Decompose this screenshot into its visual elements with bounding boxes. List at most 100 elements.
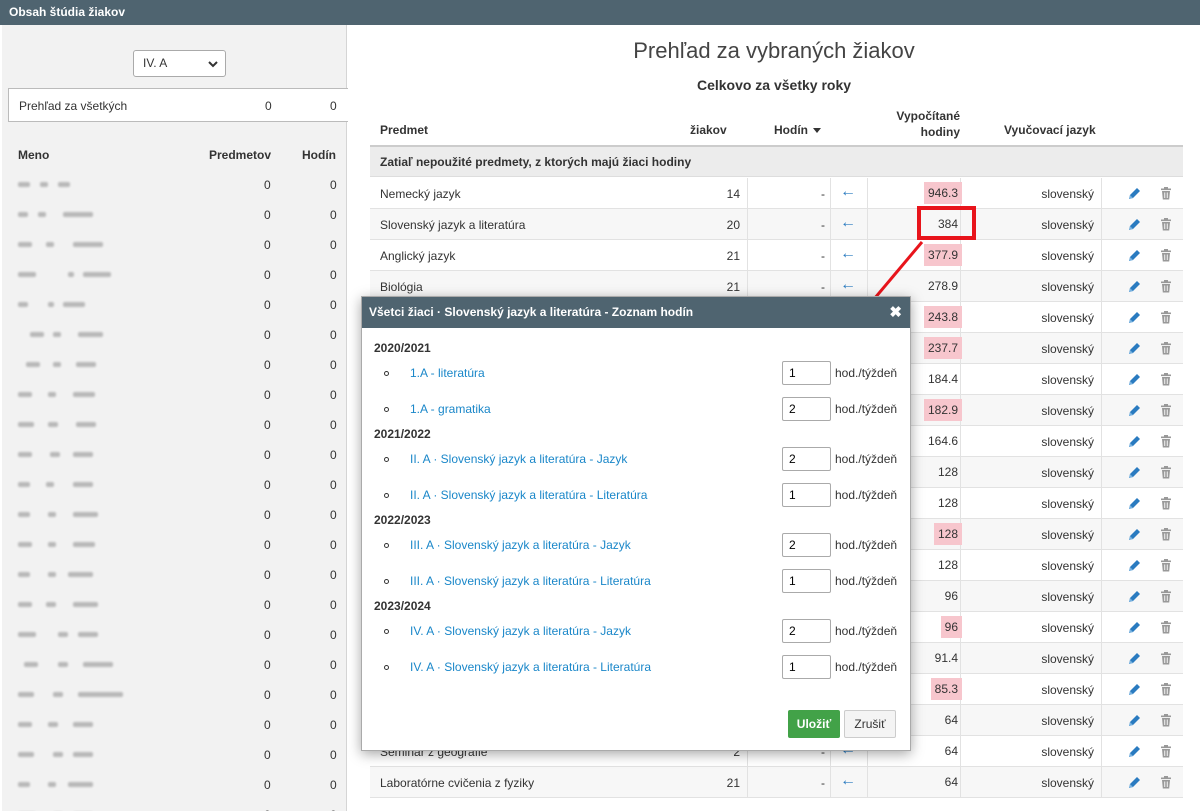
student-row[interactable]: 00 (2, 259, 347, 289)
trash-icon[interactable] (1160, 497, 1172, 510)
trash-icon[interactable] (1160, 435, 1172, 448)
student-row[interactable]: 00 (2, 229, 347, 259)
trash-icon[interactable] (1160, 466, 1172, 479)
pencil-icon[interactable] (1128, 466, 1141, 479)
hours-per-week-input[interactable] (782, 483, 831, 507)
pencil-icon[interactable] (1128, 745, 1141, 758)
overview-all-row[interactable]: Prehľad za všetkých 0 0 (8, 88, 348, 122)
student-row[interactable]: 00 (2, 409, 347, 439)
save-button[interactable]: Uložiť (788, 710, 840, 738)
lesson-link[interactable]: II. A · Slovenský jazyk a literatúra - L… (410, 488, 647, 502)
student-row[interactable]: 00 (2, 769, 347, 799)
col-students[interactable]: žiakov (690, 123, 727, 137)
student-hours: 0 (330, 208, 337, 222)
pencil-icon[interactable] (1128, 311, 1141, 324)
teaching-language: slovenský (1041, 776, 1094, 790)
trash-icon[interactable] (1160, 621, 1172, 634)
col-calc-hours[interactable]: Vypočítané hodiny (895, 109, 960, 139)
student-row[interactable]: 00 (2, 799, 347, 811)
student-row[interactable]: 00 (2, 349, 347, 379)
pencil-icon[interactable] (1128, 404, 1141, 417)
blur-segment (18, 722, 32, 727)
trash-icon[interactable] (1160, 714, 1172, 727)
class-select[interactable]: IV. A (133, 50, 226, 77)
student-row[interactable]: 00 (2, 379, 347, 409)
pencil-icon[interactable] (1128, 497, 1141, 510)
pencil-icon[interactable] (1128, 528, 1141, 541)
student-row[interactable]: 00 (2, 169, 347, 199)
pencil-icon[interactable] (1128, 683, 1141, 696)
pencil-icon[interactable] (1128, 435, 1141, 448)
student-row[interactable]: 00 (2, 199, 347, 229)
trash-icon[interactable] (1160, 745, 1172, 758)
pencil-icon[interactable] (1128, 714, 1141, 727)
student-row[interactable]: 00 (2, 649, 347, 679)
arrow-left-icon[interactable]: ← (840, 773, 856, 789)
lesson-link[interactable]: II. A · Slovenský jazyk a literatúra - J… (410, 452, 627, 466)
arrow-left-icon[interactable]: ← (840, 184, 856, 200)
lesson-link[interactable]: 1.A - gramatika (410, 402, 491, 416)
hours-per-week-input[interactable] (782, 569, 831, 593)
pencil-icon[interactable] (1128, 559, 1141, 572)
trash-icon[interactable] (1160, 776, 1172, 789)
student-name-blurred (18, 632, 98, 639)
trash-icon[interactable] (1160, 373, 1172, 386)
student-row[interactable]: 00 (2, 589, 347, 619)
trash-icon[interactable] (1160, 528, 1172, 541)
trash-icon[interactable] (1160, 342, 1172, 355)
hours-per-week-input[interactable] (782, 655, 831, 679)
hours-per-week-input[interactable] (782, 619, 831, 643)
hours-per-week-input[interactable] (782, 533, 831, 557)
student-name-blurred (18, 422, 96, 429)
lesson-link[interactable]: IV. A · Slovenský jazyk a literatúra - L… (410, 660, 651, 674)
pencil-icon[interactable] (1128, 590, 1141, 603)
list-bullet (384, 493, 389, 498)
pencil-icon[interactable] (1128, 218, 1141, 231)
trash-icon[interactable] (1160, 652, 1172, 665)
trash-icon[interactable] (1160, 187, 1172, 200)
lesson-link[interactable]: IV. A · Slovenský jazyk a literatúra - J… (410, 624, 631, 638)
lesson-link[interactable]: 1.A - literatúra (410, 366, 485, 380)
lesson-link[interactable]: III. A · Slovenský jazyk a literatúra - … (410, 574, 651, 588)
pencil-icon[interactable] (1128, 342, 1141, 355)
cancel-button[interactable]: Zrušiť (844, 710, 896, 738)
trash-icon[interactable] (1160, 683, 1172, 696)
col-hours[interactable]: Hodín (774, 123, 822, 137)
pencil-icon[interactable] (1128, 249, 1141, 262)
col-subject[interactable]: Predmet (380, 123, 428, 137)
student-row[interactable]: 00 (2, 319, 347, 349)
trash-icon[interactable] (1160, 249, 1172, 262)
hours-per-week-input[interactable] (782, 447, 831, 471)
pencil-icon[interactable] (1128, 280, 1141, 293)
student-row[interactable]: 00 (2, 439, 347, 469)
pencil-icon[interactable] (1128, 187, 1141, 200)
trash-icon[interactable] (1160, 311, 1172, 324)
trash-icon[interactable] (1160, 280, 1172, 293)
student-row[interactable]: 00 (2, 619, 347, 649)
student-row[interactable]: 00 (2, 709, 347, 739)
trash-icon[interactable] (1160, 590, 1172, 603)
student-row[interactable]: 00 (2, 529, 347, 559)
student-row[interactable]: 00 (2, 289, 347, 319)
hours-per-week-input[interactable] (782, 397, 831, 421)
student-row[interactable]: 00 (2, 469, 347, 499)
lesson-link[interactable]: III. A · Slovenský jazyk a literatúra - … (410, 538, 631, 552)
student-row[interactable]: 00 (2, 559, 347, 589)
hours-per-week-input[interactable] (782, 361, 831, 385)
arrow-left-icon[interactable]: ← (840, 215, 856, 231)
student-row[interactable]: 00 (2, 679, 347, 709)
trash-icon[interactable] (1160, 218, 1172, 231)
student-row[interactable]: 00 (2, 739, 347, 769)
student-subjects: 0 (264, 268, 271, 282)
blur-segment (18, 242, 32, 247)
student-row[interactable]: 00 (2, 499, 347, 529)
trash-icon[interactable] (1160, 559, 1172, 572)
close-icon[interactable]: ✖ (889, 297, 902, 328)
pencil-icon[interactable] (1128, 652, 1141, 665)
col-language[interactable]: Vyučovací jazyk (1004, 123, 1096, 137)
pencil-icon[interactable] (1128, 373, 1141, 386)
school-year-label: 2022/2023 (374, 513, 431, 527)
trash-icon[interactable] (1160, 404, 1172, 417)
pencil-icon[interactable] (1128, 776, 1141, 789)
pencil-icon[interactable] (1128, 621, 1141, 634)
